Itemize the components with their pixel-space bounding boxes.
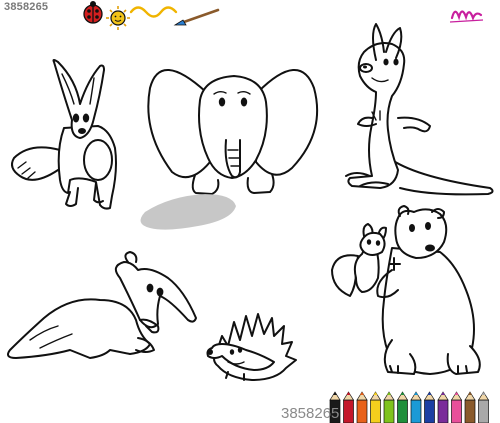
shadow-blob [140,194,236,230]
squiggle-line [129,6,178,18]
pencil-icon [450,391,463,423]
pencil-icon [396,391,409,423]
coloring-page-illustration [7,1,494,423]
pencil-icon [464,391,476,423]
kangaroo-drawing [345,23,494,196]
pencil-icon [477,391,490,423]
pencil-icon [369,391,382,423]
header-decoration [83,1,484,30]
paintbrush-icon [173,8,220,26]
sun-icon [106,6,130,30]
bear-drawing [331,205,481,375]
elephant-drawing [147,69,319,195]
pencil-icon [437,391,449,423]
ladybug-icon [83,1,103,24]
pencil-icon [423,391,436,423]
fox-drawing [11,59,117,210]
pencil-icon [356,391,368,423]
pencil-icon [410,391,422,423]
hedgehog-drawing [206,313,297,381]
pencil-icon [342,391,355,423]
watermark-id-bottom: 3858265 [281,405,340,422]
anteater-drawing [7,251,197,359]
pencil-icon [383,391,395,423]
logo-icon [449,10,484,23]
colored-pencils [329,391,490,423]
